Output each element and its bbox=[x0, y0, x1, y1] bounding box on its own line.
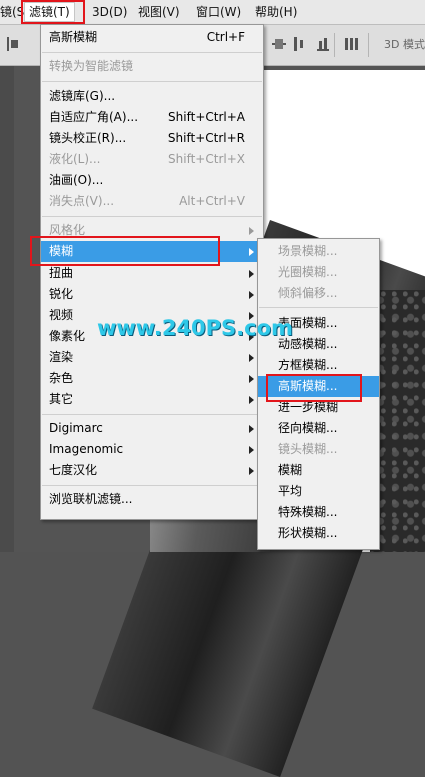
menu-help[interactable]: 帮助(H) bbox=[255, 4, 297, 20]
submenu-item-radial-blur[interactable]: 径向模糊... bbox=[258, 418, 379, 439]
menu-item-last-filter[interactable]: 高斯模糊 Ctrl+F bbox=[41, 27, 263, 48]
tools-panel-edge bbox=[0, 66, 14, 552]
distribute-bottom-icon[interactable] bbox=[316, 37, 330, 51]
chevron-right-icon bbox=[249, 425, 254, 433]
menu-item-noise[interactable]: 杂色 bbox=[41, 368, 263, 389]
menu-item-convert-smart-filter[interactable]: 转换为智能滤镜 bbox=[41, 56, 263, 77]
chevron-right-icon bbox=[249, 248, 254, 256]
menu-separator bbox=[42, 485, 262, 486]
gaussian-blur-callout-box bbox=[266, 374, 362, 402]
menu-item-digimarc[interactable]: Digimarc bbox=[41, 418, 263, 439]
filter-menu-callout-box bbox=[21, 0, 85, 24]
menu-item-adaptive-wide-angle[interactable]: 自适应广角(A)... Shift+Ctrl+A bbox=[41, 107, 263, 128]
submenu-item-box-blur[interactable]: 方框模糊... bbox=[258, 355, 379, 376]
menu-view[interactable]: 视图(V) bbox=[138, 4, 180, 20]
distribute-columns-icon[interactable] bbox=[345, 37, 359, 51]
chevron-right-icon bbox=[249, 467, 254, 475]
menu-item-render[interactable]: 渲染 bbox=[41, 347, 263, 368]
chevron-right-icon bbox=[249, 375, 254, 383]
menu-window[interactable]: 窗口(W) bbox=[196, 4, 241, 20]
menu-separator bbox=[42, 414, 262, 415]
menu-item-qidu-localization[interactable]: 七度汉化 bbox=[41, 460, 263, 481]
menu-separator bbox=[259, 307, 378, 308]
chevron-right-icon bbox=[249, 270, 254, 278]
submenu-item-iris-blur[interactable]: 光圈模糊... bbox=[258, 262, 379, 283]
submenu-item-shape-blur[interactable]: 形状模糊... bbox=[258, 523, 379, 544]
menu-separator bbox=[42, 52, 262, 53]
menu-item-vanishing-point[interactable]: 消失点(V)... Alt+Ctrl+V bbox=[41, 191, 263, 212]
menu-3d[interactable]: 3D(D) bbox=[92, 4, 127, 20]
menu-item-other[interactable]: 其它 bbox=[41, 389, 263, 410]
align-left-icon[interactable] bbox=[6, 37, 20, 51]
chevron-right-icon bbox=[249, 396, 254, 404]
chevron-right-icon bbox=[249, 354, 254, 362]
3d-mode-label[interactable]: 3D 模式 bbox=[384, 36, 425, 52]
menu-item-browse-filters-online[interactable]: 浏览联机滤镜... bbox=[41, 489, 263, 510]
chevron-right-icon bbox=[249, 227, 254, 235]
filter-dropdown-menu: 高斯模糊 Ctrl+F 转换为智能滤镜 滤镜库(G)... 自适应广角(A)...… bbox=[40, 24, 264, 520]
menu-item-sharpen[interactable]: 锐化 bbox=[41, 284, 263, 305]
menu-separator bbox=[42, 216, 262, 217]
site-watermark: www.240PS.com bbox=[97, 316, 293, 340]
submenu-item-average[interactable]: 平均 bbox=[258, 481, 379, 502]
blur-item-callout-box bbox=[30, 236, 220, 266]
menu-item-distort[interactable]: 扭曲 bbox=[41, 263, 263, 284]
submenu-item-tilt-shift[interactable]: 倾斜偏移... bbox=[258, 283, 379, 304]
toolbar-separator bbox=[368, 33, 369, 57]
menu-item-liquify[interactable]: 液化(L)... Shift+Ctrl+X bbox=[41, 149, 263, 170]
menu-item-imagenomic[interactable]: Imagenomic bbox=[41, 439, 263, 460]
menu-item-lens-correction[interactable]: 镜头校正(R)... Shift+Ctrl+R bbox=[41, 128, 263, 149]
menu-separator bbox=[42, 81, 262, 82]
align-center-icon[interactable] bbox=[272, 37, 286, 51]
submenu-item-smart-blur[interactable]: 特殊模糊... bbox=[258, 502, 379, 523]
chevron-right-icon bbox=[249, 446, 254, 454]
submenu-item-blur[interactable]: 模糊 bbox=[258, 460, 379, 481]
submenu-item-field-blur[interactable]: 场景模糊... bbox=[258, 241, 379, 262]
menu-item-filter-gallery[interactable]: 滤镜库(G)... bbox=[41, 86, 263, 107]
menu-item-oil-paint[interactable]: 油画(O)... bbox=[41, 170, 263, 191]
distribute-vertical-icon[interactable] bbox=[292, 37, 306, 51]
submenu-item-lens-blur[interactable]: 镜头模糊... bbox=[258, 439, 379, 460]
chevron-right-icon bbox=[249, 291, 254, 299]
toolbar-separator bbox=[334, 33, 335, 57]
